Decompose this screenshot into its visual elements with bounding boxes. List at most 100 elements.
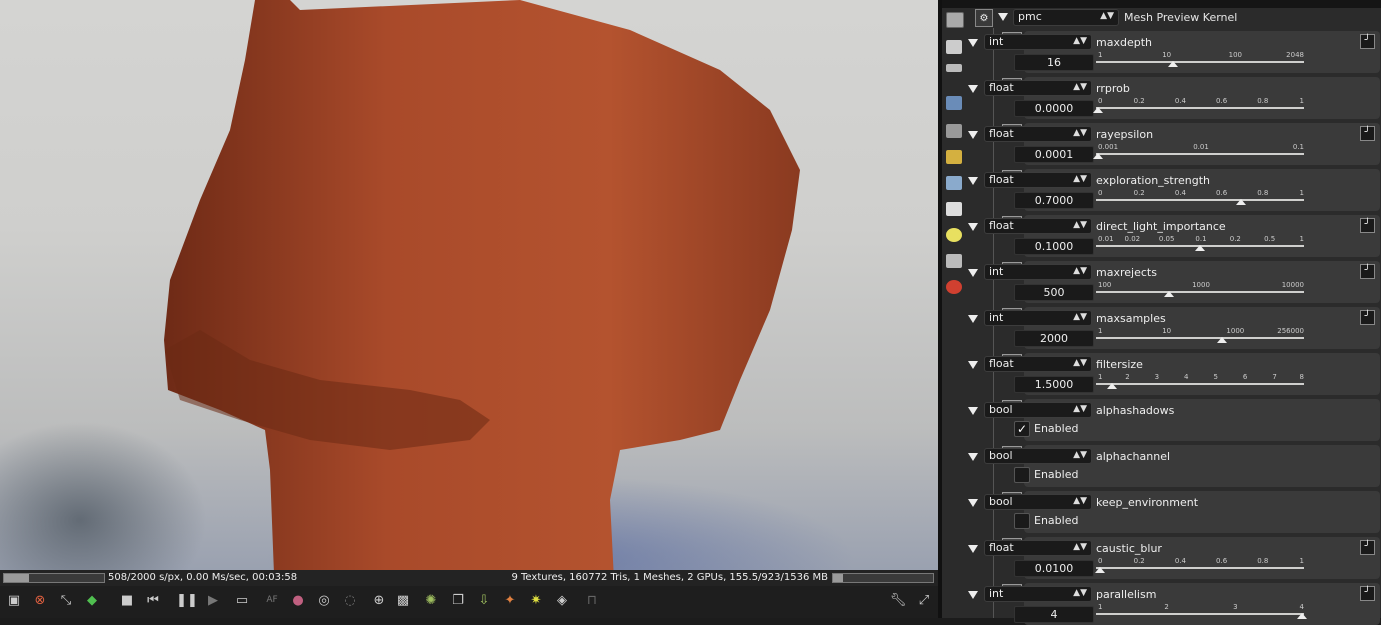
expand-icon[interactable] (968, 39, 978, 47)
picker-icon[interactable]: ◎ (314, 590, 334, 610)
kernel-node-icon[interactable]: ⚙ (975, 9, 993, 27)
param-type-select[interactable]: int ▲▼ (984, 34, 1092, 50)
nodes-icon[interactable] (946, 254, 962, 268)
collapse-icon[interactable] (998, 13, 1008, 21)
param-value-field[interactable]: 1.5000 (1014, 376, 1094, 393)
param-type-select[interactable]: float ▲▼ (984, 218, 1092, 234)
light-icon[interactable]: ✷ (526, 590, 546, 610)
expand-icon[interactable] (968, 315, 978, 323)
enabled-checkbox[interactable]: ✓ (1014, 421, 1030, 437)
param-value-field[interactable]: 4 (1014, 606, 1094, 623)
param-slider[interactable]: 0 0.2 0.4 0.6 0.8 1 (1095, 557, 1308, 575)
expand-icon[interactable] (968, 85, 978, 93)
clear-icon[interactable]: ⊗ (30, 590, 50, 610)
param-value-field[interactable]: 0.0100 (1014, 560, 1094, 577)
expand-icon[interactable] (968, 131, 978, 139)
postproc-icon[interactable] (946, 228, 962, 242)
refresh-icon[interactable]: ✺ (421, 590, 441, 610)
param-type-select[interactable]: float ▲▼ (984, 126, 1092, 142)
param-type-select[interactable]: int ▲▼ (984, 310, 1092, 326)
param-slider[interactable]: 0 0.2 0.4 0.6 0.8 1 (1096, 189, 1308, 207)
zoom-icon[interactable]: ⊕ (369, 590, 389, 610)
expand-icon[interactable] (968, 453, 978, 461)
monitor-icon[interactable]: ▭ (232, 590, 252, 610)
param-type-select[interactable]: float ▲▼ (984, 172, 1092, 188)
param-type-select[interactable]: float ▲▼ (984, 356, 1092, 372)
param-slider[interactable]: 1 2 3 4 (1096, 603, 1308, 621)
pause-icon[interactable]: ❚❚ (176, 590, 198, 610)
slider-thumb[interactable] (1217, 337, 1228, 343)
restart-icon[interactable]: ⏮ (143, 590, 163, 610)
param-value-field[interactable]: 0.0001 (1014, 146, 1094, 163)
param-value-field[interactable]: 0.1000 (1014, 238, 1094, 255)
expand-icon[interactable] (968, 177, 978, 185)
material-ball-icon[interactable] (946, 280, 962, 294)
imager-icon[interactable] (946, 202, 962, 216)
curve-icon[interactable]: ╯ (1360, 34, 1375, 49)
slider-thumb[interactable] (1195, 245, 1205, 251)
param-type-select[interactable]: bool ▲▼ (984, 448, 1092, 464)
camera-icon[interactable] (946, 124, 962, 138)
slider-thumb[interactable] (1093, 107, 1103, 113)
cube-icon[interactable]: ◆ (82, 590, 102, 610)
param-type-select[interactable]: float ▲▼ (984, 540, 1092, 556)
screen-icon[interactable]: ▣ (4, 590, 24, 610)
param-type-select[interactable]: float ▲▼ (984, 80, 1092, 96)
stop-icon[interactable]: ■ (117, 590, 137, 610)
kernel-icon[interactable] (946, 12, 964, 28)
expand-icon[interactable] (968, 223, 978, 231)
param-value-field[interactable]: 2000 (1014, 330, 1094, 347)
render-layers-icon[interactable] (946, 64, 962, 72)
region-icon[interactable]: ▩ (393, 590, 413, 610)
param-type-select[interactable]: int ▲▼ (984, 264, 1092, 280)
enabled-checkbox[interactable] (1014, 467, 1030, 483)
fullscreen-icon[interactable]: ⤢ (914, 590, 934, 610)
param-slider[interactable]: 100 1000 10000 (1096, 281, 1308, 299)
slider-thumb[interactable] (1164, 291, 1175, 297)
param-value-field[interactable]: 0.0000 (1014, 100, 1094, 117)
slider-thumb[interactable] (1297, 613, 1307, 619)
param-type-select[interactable]: int ▲▼ (984, 586, 1092, 602)
param-value-field[interactable]: 16 (1014, 54, 1094, 71)
curve-icon[interactable]: ╯ (1360, 218, 1375, 233)
curve-icon[interactable]: ╯ (1360, 264, 1375, 279)
slider-thumb[interactable] (1095, 567, 1106, 573)
expand-icon[interactable] (968, 499, 978, 507)
save-icon[interactable]: ⇩ (474, 590, 494, 610)
param-slider[interactable]: 0.01 0.02 0.05 0.1 0.2 0.5 1 (1096, 235, 1308, 253)
expand-icon[interactable] (968, 407, 978, 415)
curve-icon[interactable]: ╯ (1360, 310, 1375, 325)
param-value-field[interactable]: 0.7000 (1014, 192, 1094, 209)
focus-icon[interactable]: ◌ (340, 590, 360, 610)
render-icon[interactable]: ✦ (500, 590, 520, 610)
param-type-select[interactable]: bool ▲▼ (984, 494, 1092, 510)
render-viewport[interactable] (0, 0, 938, 570)
slider-thumb[interactable] (1093, 153, 1103, 159)
af-icon[interactable]: AF (262, 590, 282, 610)
param-slider[interactable]: 1 10 100 2048 (1096, 51, 1308, 69)
kernel-select[interactable]: pmc ▲▼ (1013, 9, 1119, 26)
pick-icon[interactable]: ◈ (552, 590, 572, 610)
param-slider[interactable]: 0.001 0.01 0.1 (1093, 143, 1308, 161)
curve-icon[interactable]: ╯ (1360, 586, 1375, 601)
param-slider[interactable]: 0 0.2 0.4 0.6 0.8 1 (1093, 97, 1308, 115)
copy-icon[interactable]: ❐ (448, 590, 468, 610)
param-type-select[interactable]: bool ▲▼ (984, 402, 1092, 418)
image-icon[interactable] (946, 96, 962, 110)
param-slider[interactable]: 1 2 3 4 5 6 7 8 (1096, 373, 1308, 391)
environment-icon[interactable] (946, 176, 962, 190)
lock-icon[interactable]: ⊓ (582, 590, 602, 610)
slider-thumb[interactable] (1235, 199, 1246, 205)
layers-icon[interactable] (946, 40, 962, 54)
film-icon[interactable] (946, 150, 962, 164)
expand-icon[interactable] (968, 269, 978, 277)
curve-icon[interactable]: ╯ (1360, 540, 1375, 555)
expand-icon[interactable] (968, 591, 978, 599)
slider-thumb[interactable] (1168, 61, 1179, 67)
expand-icon[interactable] (968, 361, 978, 369)
param-slider[interactable]: 1 10 1000 256000 (1096, 327, 1308, 345)
curve-icon[interactable]: ╯ (1360, 126, 1375, 141)
fit-icon[interactable]: ⤡ (56, 590, 76, 610)
enabled-checkbox[interactable] (1014, 513, 1030, 529)
expand-icon[interactable] (968, 545, 978, 553)
